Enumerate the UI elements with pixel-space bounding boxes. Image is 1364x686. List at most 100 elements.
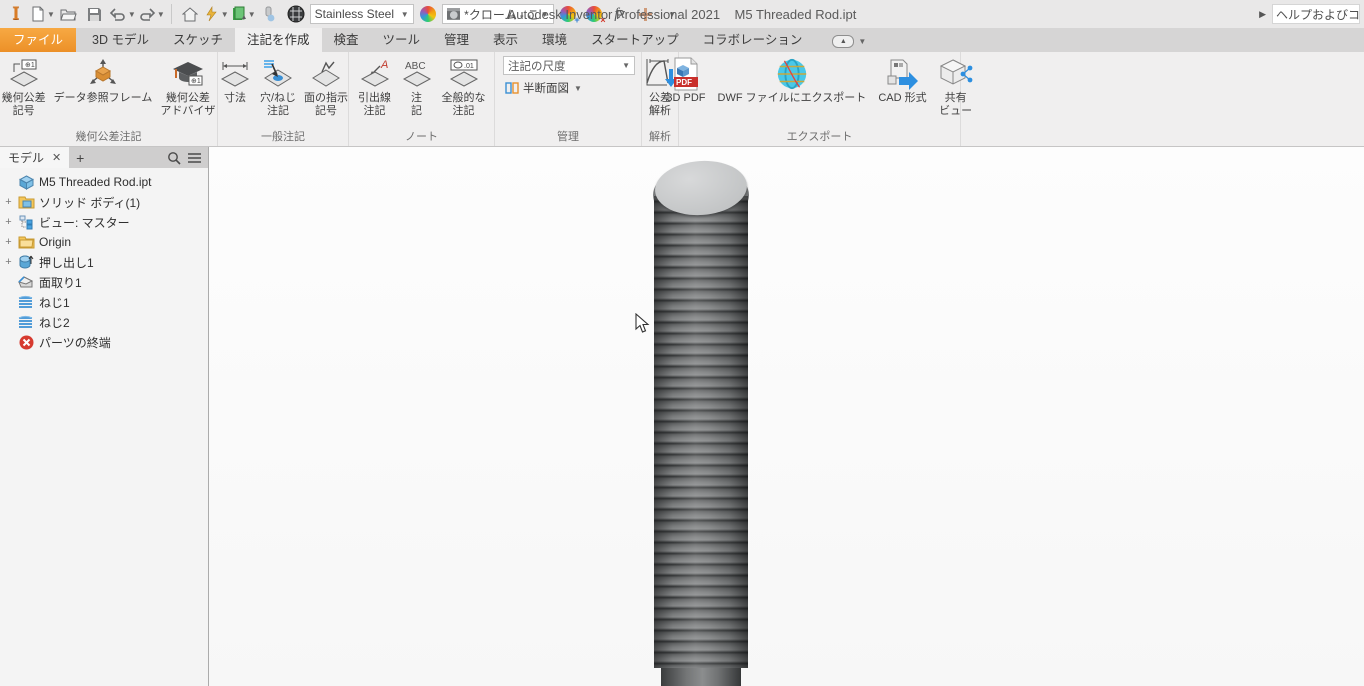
tab-tools[interactable]: ツール — [371, 26, 433, 52]
text-note-button[interactable]: ABC 注 記 — [397, 54, 437, 118]
surface-texture-button[interactable]: 面の指示 記号 — [301, 54, 351, 118]
leader-text-button[interactable]: A 引出線 注記 — [355, 54, 395, 118]
tab-getting-started[interactable]: スタートアップ — [579, 26, 691, 52]
appearance-select[interactable]: *クローム - こ ▼ — [441, 4, 554, 24]
hole-thread-note-icon — [261, 56, 295, 92]
3d-pdf-button[interactable]: PDF 3D PDF — [663, 54, 708, 105]
feature-control-frame-icon: ⊕1 — [7, 56, 41, 92]
chevron-down-icon: ▼ — [127, 9, 136, 19]
export-cad-format-button[interactable]: CAD 形式 — [875, 54, 929, 105]
mouse-cursor-icon — [635, 313, 650, 334]
expand-icon[interactable] — [4, 198, 13, 207]
tree-item-origin[interactable]: Origin — [4, 232, 208, 252]
tab-view[interactable]: 表示 — [481, 26, 530, 52]
add-command-button[interactable] — [634, 2, 658, 26]
measure-icon — [265, 6, 275, 22]
svg-text:ABC: ABC — [405, 61, 426, 72]
tree-item-chamfer[interactable]: 面取り1 — [4, 272, 208, 292]
group-gdt-annotation: ⊕1 幾何公差 記号 データ参照フレーム ⊕1 幾何公差 アドバイザ 幾何公差注… — [0, 52, 218, 146]
tab-annotate[interactable]: 注記を作成 — [234, 26, 322, 52]
drawing-button[interactable]: ▼ — [231, 2, 256, 26]
threaded-rod-body[interactable] — [654, 196, 748, 668]
ribbon-collapse-control[interactable]: ▲ ▼ — [832, 35, 866, 52]
tab-environments[interactable]: 環境 — [530, 26, 579, 52]
tree-item-label: 押し出し1 — [39, 255, 94, 270]
thread-icon — [17, 294, 35, 310]
search-icon[interactable] — [167, 151, 181, 165]
help-search-text: ヘルプおよびコマン — [1276, 7, 1360, 22]
leader-text-icon: A — [358, 56, 392, 92]
model-browser-panel: モデル ✕ + M5 Threaded Rod.ipt + ソリッド ボディ(1… — [0, 147, 209, 686]
appearance-thumb-icon — [446, 8, 461, 20]
browser-menu-icon[interactable] — [187, 152, 202, 164]
help-search-input[interactable]: ヘルプおよびコマン — [1272, 4, 1360, 24]
measure-button[interactable] — [258, 2, 282, 26]
feature-control-frame-button[interactable]: ⊕1 幾何公差 記号 — [0, 54, 49, 118]
tree-item-solid-bodies[interactable]: ソリッド ボディ(1) — [4, 192, 208, 212]
expand-icon[interactable] — [4, 238, 13, 247]
save-icon — [88, 7, 102, 21]
undo-icon — [109, 7, 125, 21]
home-button[interactable] — [178, 2, 202, 26]
undo-button[interactable]: ▼ — [109, 2, 136, 26]
tab-sketch[interactable]: スケッチ — [161, 26, 235, 52]
material-button[interactable] — [284, 2, 308, 26]
tab-manage[interactable]: 管理 — [432, 26, 481, 52]
chevron-down-icon: ▼ — [622, 61, 630, 70]
half-section-view-button[interactable]: 半断面図 ▼ — [503, 79, 635, 97]
chevron-down-icon: ▼ — [668, 9, 677, 19]
browser-tab-model[interactable]: モデル ✕ — [0, 147, 70, 168]
open-button[interactable] — [57, 2, 81, 26]
chevron-down-icon: ▼ — [156, 9, 165, 19]
datum-reference-frame-button[interactable]: データ参照フレーム — [51, 54, 156, 105]
browser-header: モデル ✕ + — [0, 147, 208, 168]
customize-qat-button[interactable]: ▼ — [660, 2, 684, 26]
tab-3d-model[interactable]: 3D モデル — [80, 26, 161, 52]
export-dwf-button[interactable]: DWF ファイルにエクスポート — [715, 54, 870, 105]
expand-icon[interactable] — [4, 218, 13, 227]
appearance-wheel-button[interactable] — [416, 2, 440, 26]
general-note-button[interactable]: .01 全般的な 注記 — [439, 54, 489, 118]
chevron-down-icon: ▼ — [47, 9, 55, 19]
help-expander-icon[interactable]: ▶ — [1259, 9, 1266, 20]
update-button[interactable]: ▼ — [204, 2, 229, 26]
dimension-button[interactable]: 寸法 — [215, 54, 255, 105]
tree-item-part[interactable]: M5 Threaded Rod.ipt — [4, 172, 208, 192]
tree-item-label: ねじ1 — [39, 295, 70, 310]
inventor-logo[interactable]: I — [4, 2, 28, 26]
material-select[interactable]: Stainless Steel ▼ — [309, 4, 414, 24]
graphics-window[interactable] — [209, 147, 1364, 686]
color-wheel-add-icon: + — [559, 6, 580, 25]
tab-file[interactable]: ファイル — [0, 26, 77, 52]
collapse-ribbon-icon: ▲ — [832, 35, 855, 48]
tree-item-view-master[interactable]: ビュー: マスター — [4, 212, 208, 232]
annotation-scale-select[interactable]: 注記の尺度 ▼ — [503, 56, 635, 75]
tolerance-advisor-button[interactable]: ⊕1 幾何公差 アドバイザ — [157, 54, 218, 118]
model-tree: M5 Threaded Rod.ipt ソリッド ボディ(1) ビュー: マスタ… — [0, 168, 208, 352]
close-icon[interactable]: ✕ — [52, 151, 61, 164]
add-browser-tab-button[interactable]: + — [69, 150, 91, 166]
tab-inspect[interactable]: 検査 — [322, 26, 371, 52]
redo-button[interactable]: ▼ — [138, 2, 165, 26]
redo-icon — [140, 7, 155, 21]
parameters-button[interactable]: fx — [608, 2, 632, 26]
tree-item-label: ビュー: マスター — [39, 215, 130, 230]
ribbon-empty-space — [961, 52, 1364, 146]
threaded-rod-shank[interactable] — [661, 668, 741, 686]
tree-item-thread2[interactable]: ねじ2 — [4, 312, 208, 332]
lightning-icon — [206, 6, 217, 22]
adjust-appearance-button[interactable]: + — [556, 2, 580, 26]
chevron-down-icon: ▼ — [400, 9, 409, 19]
hole-thread-note-button[interactable]: 穴/ねじ 注記 — [257, 54, 299, 118]
group-label: 一般注記 — [261, 131, 305, 143]
tab-collaborate[interactable]: コラボレーション — [691, 26, 815, 52]
expand-icon[interactable] — [4, 258, 13, 267]
thread-icon — [17, 314, 35, 330]
tree-item-end-of-part[interactable]: パーツの終端 — [4, 332, 208, 352]
new-file-button[interactable]: ▼ — [30, 2, 55, 26]
save-button[interactable] — [83, 2, 107, 26]
clear-appearance-button[interactable]: × — [582, 2, 606, 26]
abc-text-icon: ABC — [400, 56, 434, 92]
tree-item-extrusion[interactable]: 押し出し1 — [4, 252, 208, 272]
tree-item-thread1[interactable]: ねじ1 — [4, 292, 208, 312]
